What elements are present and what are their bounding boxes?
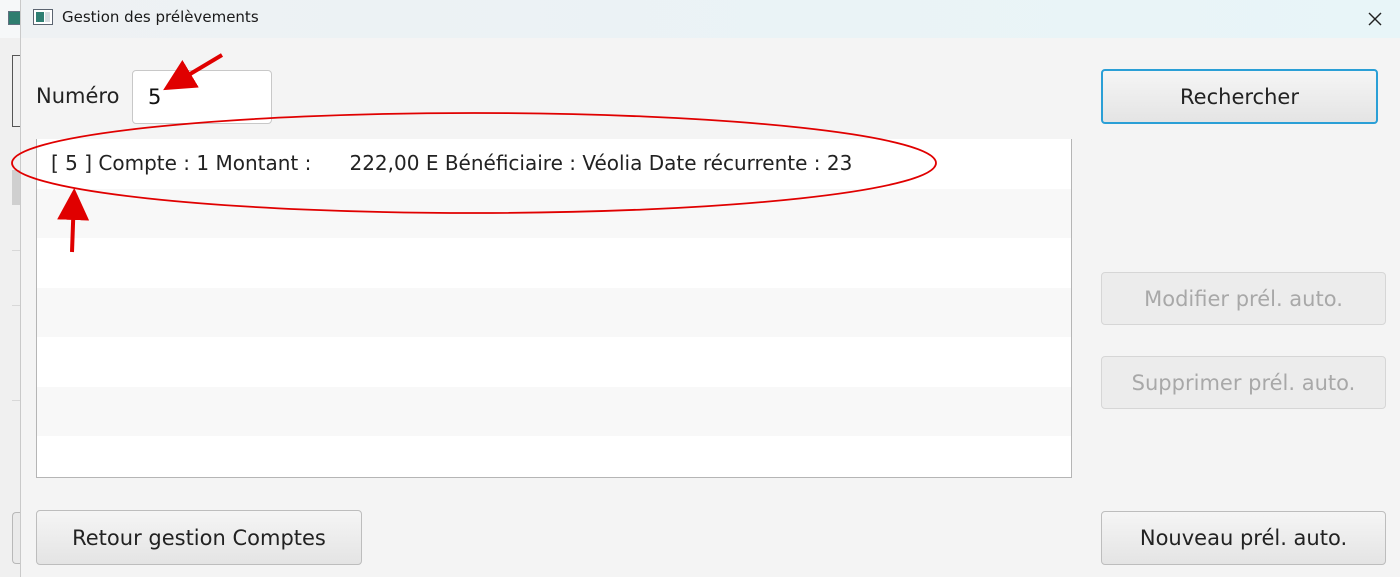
app-window-icon: [33, 9, 53, 25]
numero-label: Numéro: [36, 84, 120, 108]
list-item-text: [ 5 ] Compte : 1 Montant : 222,00 E Béné…: [51, 151, 853, 175]
list-row-empty: [37, 287, 1071, 337]
dialog-window: Gestion des prélèvements Numéro Recherch…: [20, 0, 1400, 577]
list-row-empty: [37, 386, 1071, 436]
modify-button[interactable]: Modifier prél. auto.: [1101, 272, 1386, 325]
delete-button[interactable]: Supprimer prél. auto.: [1101, 356, 1386, 409]
list-row-empty: [37, 436, 1071, 477]
titlebar: Gestion des prélèvements: [21, 0, 1400, 38]
search-button[interactable]: Rechercher: [1101, 69, 1378, 124]
back-to-accounts-button[interactable]: Retour gestion Comptes: [36, 510, 362, 565]
prelevement-list[interactable]: [ 5 ] Compte : 1 Montant : 222,00 E Béné…: [36, 139, 1072, 478]
list-row-empty: [37, 238, 1071, 288]
window-title: Gestion des prélèvements: [62, 8, 259, 26]
close-button[interactable]: [1349, 0, 1400, 38]
background-window: [0, 0, 23, 577]
new-prelevement-button[interactable]: Nouveau prél. auto.: [1101, 511, 1386, 565]
numero-input[interactable]: [132, 70, 272, 124]
list-row-empty: [37, 188, 1071, 238]
list-row-empty: [37, 337, 1071, 387]
close-icon: [1368, 12, 1382, 26]
list-item[interactable]: [ 5 ] Compte : 1 Montant : 222,00 E Béné…: [37, 139, 1071, 189]
